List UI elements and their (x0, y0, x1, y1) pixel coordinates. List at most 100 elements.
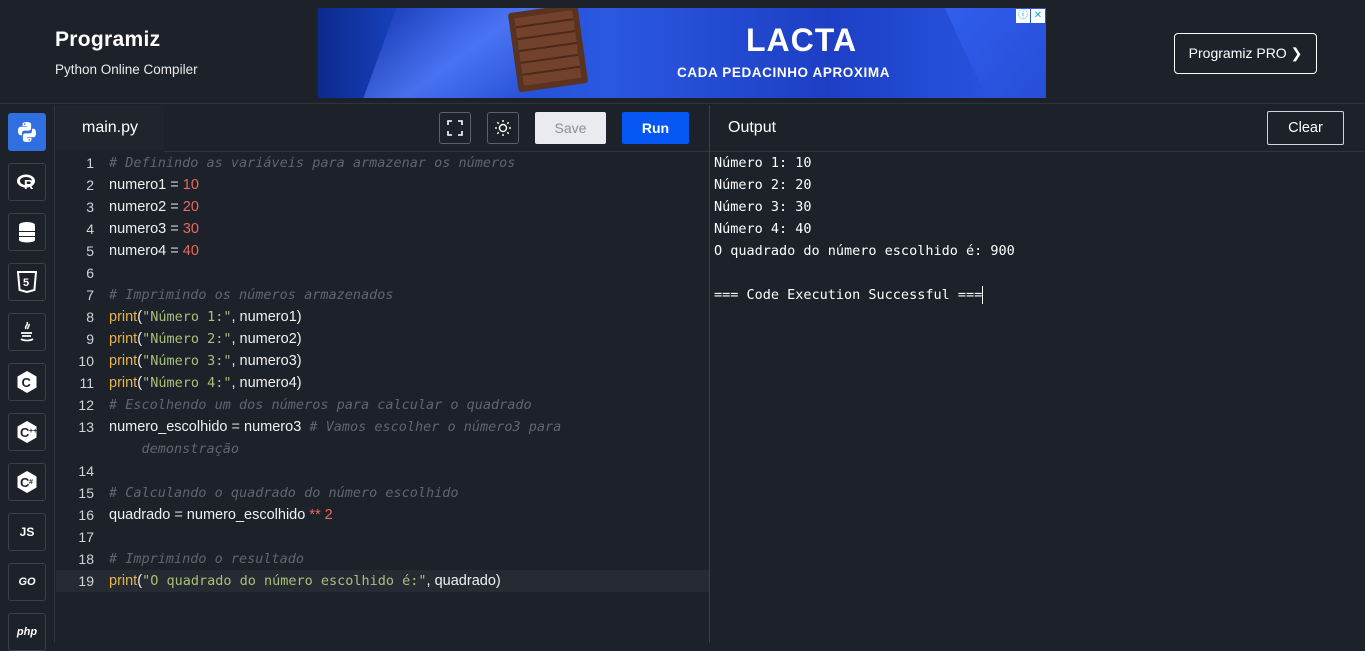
language-sidebar: R 5 C C ++ C # JS GO php (0, 105, 55, 651)
line-number: 9 (86, 331, 94, 347)
code-line: 9 print("Número 2:", numero2) (56, 328, 709, 350)
code-text: numero3 = 30 (109, 221, 199, 237)
fullscreen-icon (447, 120, 463, 136)
code-text: numero4 = 40 (109, 243, 199, 259)
output-header: Output Clear (710, 105, 1365, 152)
output-line: Número 2: 20 (714, 177, 812, 193)
code-line: 6 (56, 262, 709, 284)
code-text: quadrado = numero_escolhido ** 2 (109, 507, 333, 523)
code-text: print("Número 3:", numero3) (109, 353, 302, 369)
r-language-button[interactable]: R (8, 163, 46, 201)
python-language-button[interactable] (8, 113, 46, 151)
line-number: 12 (78, 397, 94, 413)
ad-choices[interactable]: ⓘ ✕ (1016, 9, 1045, 23)
code-comment: # Imprimindo o resultado (109, 551, 305, 567)
code-line: 15 # Calculando o quadrado do número esc… (56, 482, 709, 504)
line-number: 5 (86, 243, 94, 259)
cpp-language-button[interactable]: C ++ (8, 413, 46, 451)
line-number: 2 (86, 177, 94, 193)
line-number: 4 (86, 221, 94, 237)
line-number: 10 (78, 353, 94, 369)
code-line: 7 # Imprimindo os números armazenados (56, 284, 709, 306)
advertisement-banner[interactable]: LACTA CADA PEDACINHO APROXIMA ⓘ ✕ (318, 8, 1046, 98)
code-text: print("O quadrado do número escolhido é:… (109, 573, 501, 589)
brand-name: Programiz (55, 28, 161, 51)
sun-icon (495, 120, 511, 136)
code-text: print("Número 1:", numero1) (109, 309, 302, 325)
code-line: 14 (56, 460, 709, 482)
js-icon: JS (19, 525, 35, 539)
code-comment: # Escolhendo um dos números para calcula… (109, 397, 532, 413)
tab-main-py[interactable]: main.py (56, 105, 164, 152)
c-language-button[interactable]: C (8, 363, 46, 401)
ad-close-icon[interactable]: ✕ (1031, 9, 1045, 23)
top-bar: Programiz Python Online Compiler LACTA C… (0, 0, 1365, 104)
csharp-icon: C # (17, 471, 37, 493)
clear-button[interactable]: Clear (1267, 111, 1344, 145)
output-line: Número 3: 30 (714, 199, 812, 215)
ad-chocolate-image (507, 8, 589, 93)
code-line: 1 # Definindo as variáveis para armazena… (56, 152, 709, 174)
code-line: 11 print("Número 4:", numero4) (56, 372, 709, 394)
database-icon (19, 222, 35, 243)
save-button[interactable]: Save (535, 112, 606, 144)
theme-toggle-button[interactable] (487, 112, 519, 144)
ad-info-icon[interactable]: ⓘ (1016, 9, 1030, 23)
line-number: 7 (86, 287, 94, 303)
code-text: numero_escolhido = numero3 # Vamos escol… (109, 419, 562, 457)
programiz-pro-button[interactable]: Programiz PRO ❯ (1174, 33, 1317, 74)
text-cursor (982, 286, 984, 304)
code-line: 2 numero1 = 10 (56, 174, 709, 196)
line-number: 18 (78, 551, 94, 567)
code-comment: # Definindo as variáveis para armazenar … (109, 155, 516, 171)
run-button[interactable]: Run (622, 112, 689, 144)
line-number: 13 (78, 419, 94, 435)
cpp-icon: C ++ (17, 421, 37, 443)
sql-language-button[interactable] (8, 213, 46, 251)
svg-text:R: R (24, 177, 34, 192)
code-editor[interactable]: 1 # Definindo as variáveis para armazena… (56, 152, 709, 643)
fullscreen-button[interactable] (439, 112, 471, 144)
ad-brand: LACTA (746, 22, 858, 58)
code-comment: # Imprimindo os números armazenados (109, 287, 394, 303)
code-line: 13 numero_escolhido = numero3 # Vamos es… (56, 416, 709, 460)
code-line: 3 numero2 = 20 (56, 196, 709, 218)
output-console[interactable]: Número 1: 10 Número 2: 20 Número 3: 30 N… (710, 152, 1365, 643)
code-line: 16 quadrado = numero_escolhido ** 2 (56, 504, 709, 526)
output-success-line: === Code Execution Successful === (714, 286, 984, 304)
code-line: 17 (56, 526, 709, 548)
java-icon (20, 321, 34, 342)
csharp-language-button[interactable]: C # (8, 463, 46, 501)
code-text: numero1 = 10 (109, 177, 199, 193)
code-line: 18 # Imprimindo o resultado (56, 548, 709, 570)
php-icon: php (16, 626, 38, 638)
svg-text:++: ++ (29, 428, 37, 435)
line-number: 11 (79, 375, 94, 391)
output-line: Número 1: 10 (714, 155, 812, 171)
ad-tagline: CADA PEDACINHO APROXIMA (677, 65, 891, 80)
svg-text:C: C (22, 375, 32, 390)
line-number: 8 (86, 309, 94, 325)
code-comment: # Calculando o quadrado do número escolh… (109, 485, 459, 501)
go-icon: GO (18, 576, 36, 588)
svg-text:#: # (29, 479, 33, 486)
js-language-button[interactable]: JS (8, 513, 46, 551)
line-number: 3 (86, 199, 94, 215)
line-number: 19 (78, 573, 94, 589)
editor-toolbar: main.py Save Run (56, 105, 709, 152)
java-language-button[interactable] (8, 313, 46, 351)
go-language-button[interactable]: GO (8, 563, 46, 601)
code-line: 8 print("Número 1:", numero1) (56, 306, 709, 328)
php-language-button[interactable]: php (8, 613, 46, 651)
line-number: 16 (78, 507, 94, 523)
programiz-logo[interactable]: Programiz Python Online Compiler (55, 28, 198, 77)
code-line: 4 numero3 = 30 (56, 218, 709, 240)
output-line: Número 4: 40 (714, 221, 812, 237)
html-language-button[interactable]: 5 (8, 263, 46, 301)
line-number: 6 (86, 265, 94, 281)
code-line: 12 # Escolhendo um dos números para calc… (56, 394, 709, 416)
output-line: O quadrado do número escolhido é: 900 (714, 243, 1015, 259)
code-text: numero2 = 20 (109, 199, 199, 215)
html5-icon: 5 (17, 271, 37, 293)
